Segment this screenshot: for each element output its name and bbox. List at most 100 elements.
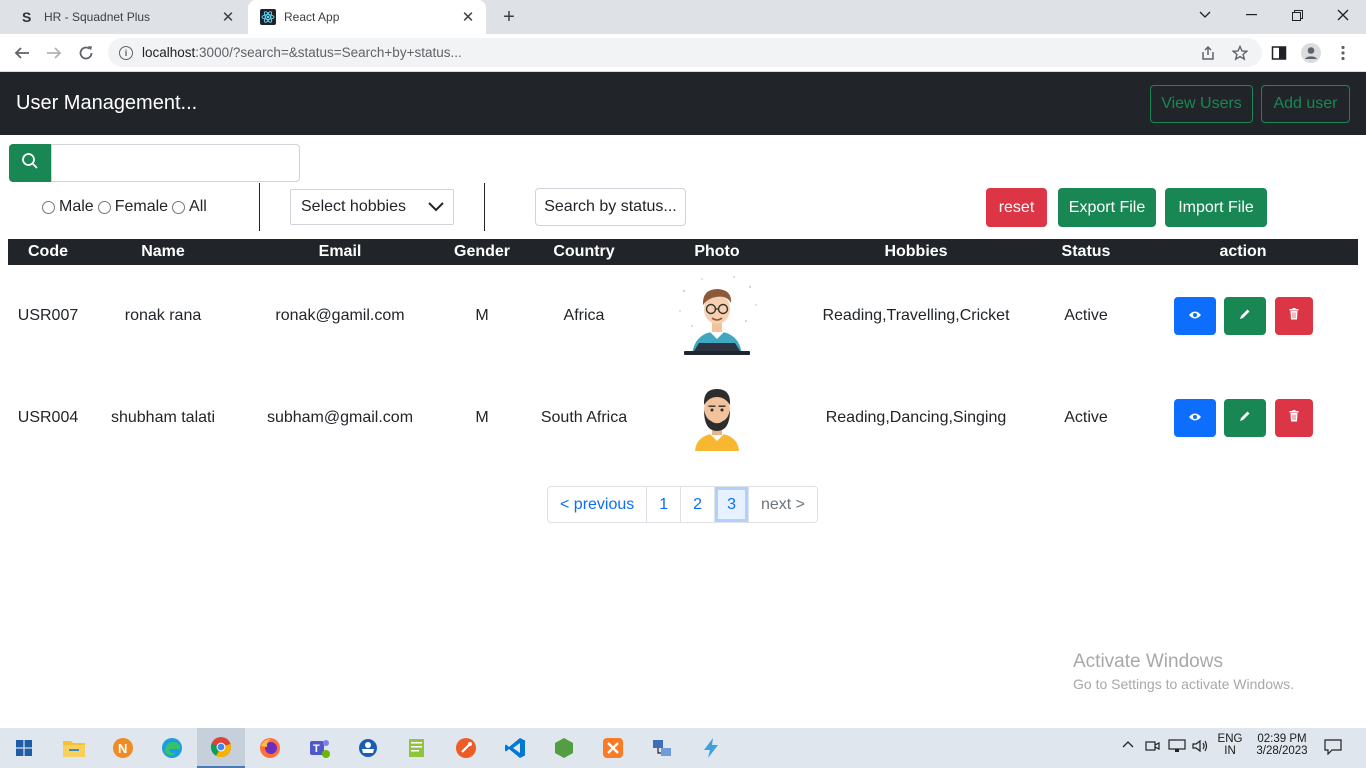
star-icon[interactable] [1229,42,1251,64]
svg-text:N: N [118,741,127,756]
divider [259,183,260,231]
page-3[interactable]: 3 [715,487,749,522]
view-user-button[interactable] [1174,297,1216,335]
gender-option-female[interactable]: Female [97,198,168,216]
cell-hobbies: Reading,Travelling,Cricket [822,307,1010,324]
status-search-button[interactable]: Search by status... [535,188,686,226]
pagination: < previous 1 2 3 next > [547,486,819,523]
file-explorer-icon[interactable] [50,728,98,768]
radio-male[interactable] [42,200,55,214]
user-photo-bearded-man [687,383,747,458]
table-row: USR007 ronak rana ronak@gamil.com M Afri… [8,265,1358,367]
menu-kebab-icon[interactable] [1332,42,1354,64]
profile-avatar-icon[interactable] [1300,42,1322,64]
edit-user-button[interactable] [1224,399,1266,437]
header-name: Name [141,243,185,260]
page-next[interactable]: next > [749,487,817,522]
cell-name: ronak rana [124,307,202,324]
delete-user-button[interactable] [1275,399,1313,437]
eye-icon [1188,307,1202,325]
tab-hr-squadnet[interactable]: S HR - Squadnet Plus ✕ [8,0,246,34]
tab-react-app[interactable]: React App ✕ [248,0,486,34]
header-email: Email [318,243,362,260]
cell-name: shubham talati [110,409,216,426]
network-icon[interactable] [1168,739,1186,756]
back-icon[interactable] [10,41,34,65]
cell-gender: M [475,307,489,324]
firefox-icon[interactable] [246,728,294,768]
outlook-like-icon[interactable] [344,728,392,768]
activate-windows-title: Activate Windows [1073,651,1223,672]
search-input[interactable] [51,144,300,182]
notepad-plus-icon[interactable] [393,728,441,768]
search-button[interactable] [9,144,51,182]
xampp-icon[interactable] [589,728,637,768]
table-header: Code Name Email Gender Country Photo Hob… [8,239,1358,265]
reload-icon[interactable] [74,41,98,65]
gender-option-male[interactable]: Male [42,198,94,216]
page-2[interactable]: 2 [681,487,716,522]
app-brand[interactable]: User Management... [16,92,197,115]
close-window-icon[interactable] [1320,0,1366,30]
page-previous[interactable]: < previous [548,487,648,522]
chevron-down-icon [427,198,445,221]
close-icon[interactable]: ✕ [218,7,238,27]
add-user-button[interactable]: Add user [1261,85,1350,123]
teams-icon[interactable]: T [295,728,343,768]
gender-option-all[interactable]: All [172,198,207,216]
trash-icon [1289,409,1299,427]
pencil-icon [1239,307,1251,325]
info-icon[interactable]: i [119,45,133,60]
radio-female[interactable] [97,200,111,214]
windows-start-icon[interactable] [0,728,48,768]
header-country: Country [553,243,615,260]
clock[interactable]: 02:39 PM 3/28/2023 [1250,733,1314,757]
delete-user-button[interactable] [1275,297,1313,335]
browser-toolbar: i localhost:3000/?search=&status=Search+… [0,34,1366,72]
hobbies-select[interactable]: Select hobbies [290,189,454,225]
view-users-button[interactable]: View Users [1150,85,1253,123]
cell-code: USR004 [17,409,79,426]
meet-now-icon[interactable] [1145,739,1161,756]
xampp-like-icon[interactable]: N [99,728,147,768]
chevron-up-icon[interactable] [1119,739,1137,751]
cell-gender: M [475,409,489,426]
new-tab-icon[interactable]: + [498,6,520,28]
table-row: USR004 shubham talati subham@gmail.com M… [8,367,1358,469]
export-file-button[interactable]: Export File [1058,188,1156,227]
close-icon[interactable]: ✕ [458,7,478,27]
edge-icon[interactable] [148,728,196,768]
notification-icon[interactable] [1324,739,1342,758]
reset-button[interactable]: reset [986,188,1047,227]
header-action: action [1219,243,1267,260]
lightning-app-icon[interactable] [687,728,735,768]
vscode-icon[interactable] [491,728,539,768]
edit-user-button[interactable] [1224,297,1266,335]
svg-text:T: T [313,743,320,755]
import-file-button[interactable]: Import File [1165,188,1267,227]
chevron-down-icon[interactable] [1182,0,1228,30]
chrome-icon[interactable] [197,728,245,768]
forward-icon[interactable] [42,41,66,65]
address-bar[interactable]: i localhost:3000/?search=&status=Search+… [108,38,1262,67]
share-icon[interactable] [1197,42,1219,64]
radio-all[interactable] [172,200,186,214]
network-tool-icon[interactable] [638,728,686,768]
trash-icon [1289,307,1299,325]
side-panel-icon[interactable] [1268,42,1290,64]
view-user-button[interactable] [1174,399,1216,437]
volume-icon[interactable] [1192,739,1210,756]
cell-email: ronak@gamil.com [275,307,405,324]
language-indicator[interactable]: ENG IN [1216,733,1244,757]
windows-taskbar: N T ENG IN 02:39 PM 3/28/2023 [0,728,1366,768]
header-code: Code [28,243,68,260]
postman-icon[interactable] [442,728,490,768]
restore-icon[interactable] [1274,0,1320,30]
divider [484,183,485,231]
minimize-icon[interactable] [1228,0,1274,30]
cell-hobbies: Reading,Dancing,Singing [825,409,1007,426]
page-1[interactable]: 1 [647,487,682,522]
nodejs-icon[interactable] [540,728,588,768]
eye-icon [1188,409,1202,427]
header-hobbies: Hobbies [884,243,948,260]
